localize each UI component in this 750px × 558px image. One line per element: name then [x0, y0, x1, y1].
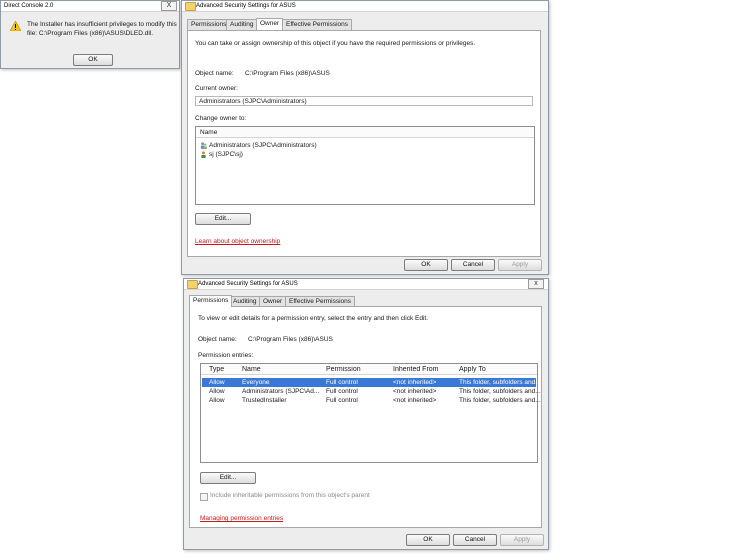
entry-permission: Full control — [326, 397, 358, 404]
error-ok-button[interactable]: OK — [73, 54, 113, 66]
permissions-window: Advanced Security Settings for ASUS x Pe… — [183, 278, 549, 550]
warning-icon — [10, 21, 21, 31]
permission-column-header[interactable]: Permission — [326, 366, 361, 373]
entry-apply-to: This folder, subfolders and... — [459, 379, 541, 386]
entry-name: Administrators (SJPC\Ad... — [242, 388, 320, 395]
entry-name: Everyone — [242, 379, 270, 386]
type-column-header[interactable]: Type — [209, 366, 224, 373]
error-dialog-title: Direct Console 2.0 — [4, 3, 54, 9]
permissions-cancel-button[interactable]: Cancel — [453, 534, 497, 546]
folder-icon — [187, 280, 198, 289]
current-owner-label: Current owner: — [195, 85, 238, 92]
folder-icon — [185, 2, 196, 11]
error-message-line2: file: C:\Program Files (x86)\ASUS\DLED.d… — [27, 30, 154, 37]
close-icon[interactable]: x — [528, 279, 544, 289]
close-icon[interactable]: X — [161, 1, 177, 11]
owner-window-title: Advanced Security Settings for ASUS — [196, 3, 296, 9]
owner-candidates-list[interactable]: Name Administrators (SJPC\Administrators… — [195, 126, 535, 205]
owner-apply-button[interactable]: Apply — [498, 259, 542, 271]
entry-type: Allow — [209, 379, 225, 386]
apply-to-column-header[interactable]: Apply To — [459, 366, 486, 373]
table-row[interactable]: Allow Administrators (SJPC\Ad... Full co… — [202, 387, 541, 396]
table-row[interactable]: Allow TrustedInstaller Full control <not… — [202, 396, 541, 405]
permissions-intro-text: To view or edit details for a permission… — [198, 315, 429, 322]
table-header: Type Name Permission Inherited From Appl… — [201, 364, 537, 375]
change-owner-label: Change owner to: — [195, 115, 247, 122]
owner-edit-button[interactable]: Edit... — [195, 213, 251, 225]
entry-type: Allow — [209, 397, 225, 404]
entry-inherited-from: <not inherited> — [393, 397, 437, 404]
error-message-line1: The Installer has insufficient privilege… — [27, 21, 177, 28]
owner-window-titlebar: Advanced Security Settings for ASUS — [182, 1, 548, 12]
entry-name: TrustedInstaller — [242, 397, 287, 404]
entry-type: Allow — [209, 388, 225, 395]
permissions-window-titlebar: Advanced Security Settings for ASUS x — [184, 279, 548, 290]
inherit-checkbox-label: Include inheritable permissions from thi… — [210, 492, 370, 499]
permissions-apply-button[interactable]: Apply — [500, 534, 544, 546]
entry-apply-to: This folder, subfolders and... — [459, 397, 541, 404]
user-group-icon — [200, 142, 207, 149]
permission-entries-label: Permission entries: — [198, 352, 254, 359]
name-column-header[interactable]: Name — [242, 366, 261, 373]
owner-window: Advanced Security Settings for ASUS Perm… — [181, 0, 549, 275]
owner-candidate-name: Administrators (SJPC\Administrators) — [209, 142, 317, 149]
inherit-checkbox[interactable] — [200, 493, 208, 501]
list-item[interactable]: Administrators (SJPC\Administrators) — [197, 141, 533, 150]
permissions-edit-button[interactable]: Edit... — [200, 472, 256, 484]
error-dialog-titlebar: Direct Console 2.0 X — [1, 1, 179, 12]
owner-tab-panel: You can take or assign ownership of this… — [187, 30, 541, 257]
entry-inherited-from: <not inherited> — [393, 388, 437, 395]
permissions-ok-button[interactable]: OK — [406, 534, 450, 546]
managing-permissions-link[interactable]: Managing permission entries — [200, 515, 283, 522]
tab-permissions[interactable]: Permissions — [189, 295, 233, 307]
name-column-header[interactable]: Name — [200, 129, 217, 136]
permissions-window-title: Advanced Security Settings for ASUS — [198, 281, 298, 287]
tab-effective-permissions[interactable]: Effective Permissions — [282, 19, 353, 30]
error-dialog: Direct Console 2.0 X The Installer has i… — [0, 0, 180, 69]
owner-cancel-button[interactable]: Cancel — [451, 259, 495, 271]
owner-intro-text: You can take or assign ownership of this… — [195, 40, 476, 47]
inherited-from-column-header[interactable]: Inherited From — [393, 366, 439, 373]
tab-auditing[interactable]: Auditing — [226, 19, 258, 30]
permission-entries-table[interactable]: Type Name Permission Inherited From Appl… — [200, 363, 541, 463]
entry-inherited-from: <not inherited> — [393, 379, 437, 386]
owner-list-header: Name — [196, 127, 534, 138]
current-owner-field[interactable]: Administrators (SJPC\Administrators) — [195, 96, 533, 106]
entry-permission: Full control — [326, 388, 358, 395]
entry-permission: Full control — [326, 379, 358, 386]
entry-apply-to: This folder, subfolders and... — [459, 388, 541, 395]
tab-permissions[interactable]: Permissions — [187, 19, 231, 30]
tab-owner[interactable]: Owner — [256, 18, 284, 30]
user-icon — [201, 151, 206, 158]
table-row[interactable]: Allow Everyone Full control <not inherit… — [202, 378, 541, 387]
learn-ownership-link[interactable]: Learn about object ownership — [195, 238, 280, 245]
object-name-value: C:\Program Files (x86)\ASUS — [248, 336, 333, 343]
object-name-label: Object name: — [198, 336, 237, 343]
permissions-tab-panel: To view or edit details for a permission… — [189, 306, 542, 528]
owner-candidate-name: sj (SJPC\sj) — [209, 151, 243, 158]
list-item[interactable]: sj (SJPC\sj) — [197, 150, 533, 159]
object-name-label: Object name: — [195, 70, 234, 77]
object-name-value: C:\Program Files (x86)\ASUS — [245, 70, 330, 77]
owner-ok-button[interactable]: OK — [404, 259, 448, 271]
